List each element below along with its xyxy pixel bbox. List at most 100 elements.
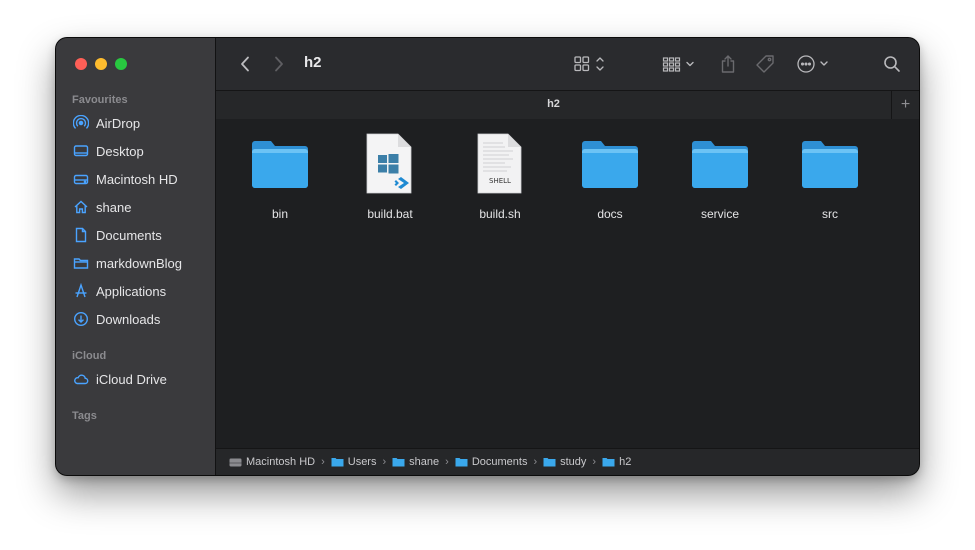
minimize-window-button[interactable] — [95, 58, 107, 70]
tag-button[interactable] — [754, 54, 776, 74]
path-item-documents[interactable]: Documents — [455, 456, 528, 468]
tab-bar: h2 + — [216, 90, 919, 120]
group-grid-icon — [662, 57, 694, 72]
folder-icon — [235, 133, 325, 195]
zoom-window-button[interactable] — [115, 58, 127, 70]
search-button[interactable] — [881, 54, 903, 74]
folder-icon — [785, 133, 875, 195]
path-bar: Macintosh HD › Users › shane › Documents… — [216, 448, 919, 475]
file-name: service — [700, 207, 739, 221]
sidebar: Favourites AirDrop Desktop Macintosh HD … — [56, 38, 216, 475]
file-grid: bin build.bat SHELL build.sh docs servic… — [216, 119, 919, 448]
path-label: study — [560, 456, 587, 468]
sidebar-item-applications[interactable]: Applications — [72, 280, 166, 302]
sidebar-item-label: markdownBlog — [96, 255, 182, 271]
drive-icon — [72, 171, 89, 188]
view-mode-button[interactable] — [573, 54, 609, 74]
share-icon — [721, 55, 735, 73]
close-window-button[interactable] — [75, 58, 87, 70]
desktop-icon — [72, 143, 89, 160]
sidebar-item-label: AirDrop — [96, 115, 141, 131]
path-item-macintosh-hd[interactable]: Macintosh HD — [229, 456, 315, 468]
file-item-src[interactable]: src — [785, 133, 875, 221]
sidebar-item-icloud-drive[interactable]: iCloud Drive — [72, 368, 167, 390]
sidebar-item-markdownblog[interactable]: markdownBlog — [72, 252, 182, 274]
folder-icon — [602, 458, 615, 467]
path-label: Documents — [471, 456, 528, 468]
back-button[interactable] — [236, 54, 254, 74]
folder-icon — [675, 133, 765, 195]
chevron-right-icon — [275, 56, 283, 72]
file-name: src — [822, 207, 838, 221]
file-item-service[interactable]: service — [675, 133, 765, 221]
airdrop-icon — [72, 115, 89, 132]
path-label: shane — [409, 456, 440, 468]
toolbar: h2 — [216, 38, 919, 90]
tab-h2[interactable]: h2 — [216, 98, 891, 110]
sidebar-item-macintosh-hd[interactable]: Macintosh HD — [72, 168, 178, 190]
path-label: h2 — [619, 456, 632, 468]
share-button[interactable] — [717, 54, 739, 74]
file-item-build-bat[interactable]: build.bat — [345, 133, 435, 221]
folder-icon — [72, 255, 89, 272]
cloud-icon — [72, 371, 89, 388]
sidebar-item-downloads[interactable]: Downloads — [72, 308, 160, 330]
ellipsis-circle-icon — [797, 55, 828, 73]
sidebar-item-label: iCloud Drive — [96, 371, 167, 387]
folder-icon — [392, 458, 405, 467]
folder-icon — [543, 458, 556, 467]
path-item-users[interactable]: Users — [331, 456, 377, 468]
file-item-bin[interactable]: bin — [235, 133, 325, 221]
path-separator: › — [445, 456, 449, 468]
file-item-build-sh[interactable]: SHELL build.sh — [455, 133, 545, 221]
path-item-h2[interactable]: h2 — [602, 456, 631, 468]
sidebar-item-desktop[interactable]: Desktop — [72, 140, 144, 162]
shell-script-icon: SHELL — [455, 133, 545, 195]
window-controls — [75, 58, 127, 70]
window-title: h2 — [304, 54, 322, 71]
path-label: Macintosh HD — [246, 456, 316, 468]
file-name: docs — [597, 207, 623, 221]
tag-icon — [756, 55, 774, 73]
favourites-heading: Favourites — [72, 94, 128, 106]
file-item-docs[interactable]: docs — [565, 133, 655, 221]
sidebar-item-label: Applications — [96, 283, 167, 299]
applications-icon — [72, 283, 89, 300]
batch-file-icon — [345, 133, 435, 195]
drive-icon — [229, 458, 242, 467]
path-label: Users — [347, 456, 377, 468]
more-actions-button[interactable] — [796, 54, 834, 74]
sidebar-item-documents[interactable]: Documents — [72, 224, 162, 246]
folder-icon — [565, 133, 655, 195]
shell-badge: SHELL — [489, 177, 511, 185]
file-name: bin — [271, 207, 288, 221]
icloud-heading: iCloud — [72, 350, 107, 362]
tags-heading: Tags — [72, 410, 97, 422]
downloads-icon — [72, 311, 89, 328]
document-icon — [72, 227, 89, 244]
folder-icon — [455, 458, 468, 467]
path-separator: › — [321, 456, 325, 468]
sidebar-item-label: shane — [96, 199, 132, 215]
sidebar-item-label: Downloads — [96, 311, 161, 327]
path-item-study[interactable]: study — [543, 456, 586, 468]
file-name: build.sh — [479, 207, 521, 221]
path-separator: › — [533, 456, 538, 468]
sidebar-item-label: Desktop — [96, 143, 144, 159]
file-name: build.bat — [367, 207, 413, 221]
chevron-left-icon — [241, 56, 249, 72]
group-by-button[interactable] — [662, 54, 700, 74]
icon-view-grid-icon — [574, 56, 604, 72]
sidebar-item-airdrop[interactable]: AirDrop — [72, 112, 140, 134]
folder-icon — [331, 458, 344, 467]
sidebar-item-shane[interactable]: shane — [72, 196, 131, 218]
path-separator: › — [382, 456, 387, 468]
forward-button[interactable] — [270, 54, 288, 74]
search-icon — [884, 56, 900, 72]
path-item-shane[interactable]: shane — [392, 456, 439, 468]
new-tab-button[interactable]: + — [891, 91, 919, 119]
sidebar-item-label: Macintosh HD — [96, 171, 178, 187]
sidebar-item-label: Documents — [96, 227, 162, 243]
finder-window: Favourites AirDrop Desktop Macintosh HD … — [56, 38, 919, 475]
home-icon — [72, 199, 89, 216]
